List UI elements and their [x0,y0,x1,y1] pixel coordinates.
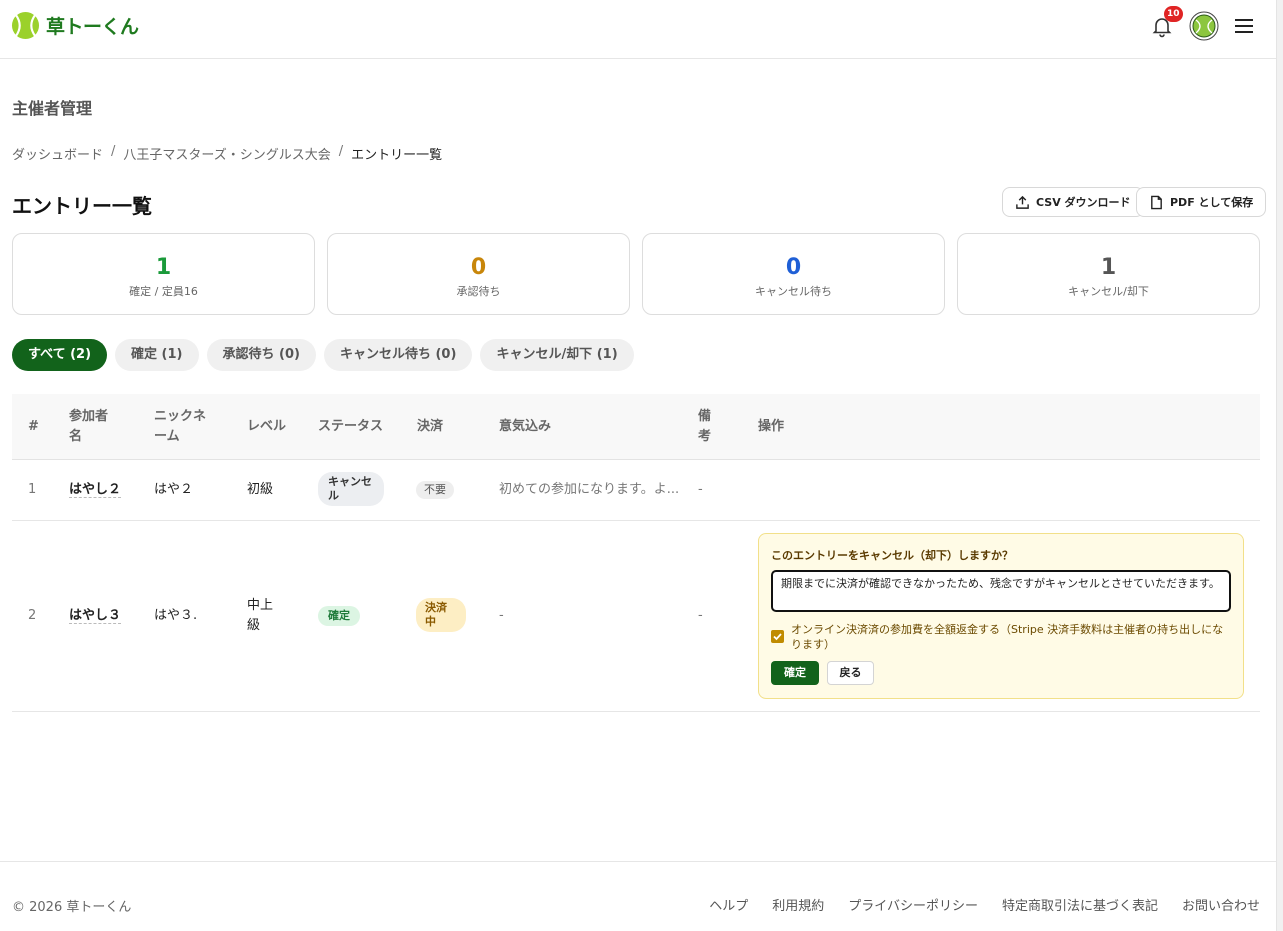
footer-link-help[interactable]: ヘルプ [709,895,748,914]
notes-text: - [698,608,703,623]
header-actions: 操作 [758,419,785,434]
stat-value: 0 [785,255,802,280]
participant-name-link[interactable]: はやし３ [69,608,122,624]
stat-value: 1 [155,255,172,280]
header-participant: 参加者名 [69,409,109,444]
notification-count-badge: 10 [1164,6,1183,22]
header-status: ステータス [318,419,384,434]
stat-card-pending: 0 承認待ち [327,233,630,315]
breadcrumb: ダッシュボード / 八王子マスターズ・シングルス大会 / エントリー一覧 [12,144,442,163]
csv-download-button[interactable]: CSV ダウンロード [1002,187,1144,217]
cancel-confirmation-panel: このエントリーをキャンセル（却下）しますか？ 期限までに決済が確認できなかったた… [758,533,1244,699]
cancel-question: このエントリーをキャンセル（却下）しますか？ [771,549,1013,562]
stat-label: キャンセル待ち [755,285,832,298]
header-number: # [28,419,39,434]
footer-link-contact[interactable]: お問い合わせ [1182,895,1260,914]
csv-download-label: CSV ダウンロード [1036,196,1131,209]
stat-label: キャンセル/却下 [1068,285,1149,298]
tab-confirmed[interactable]: 確定 (1) [115,339,199,371]
user-avatar[interactable] [1189,11,1219,41]
stat-value: 1 [1100,255,1117,280]
checkmark-icon [773,633,782,641]
page-footer: © 2026 草トーくん ヘルプ 利用規約 プライバシーポリシー 特定商取引法に… [0,861,1276,931]
confirm-cancel-button[interactable]: 確定 [771,661,819,685]
header-level: レベル [247,419,287,434]
hamburger-menu-icon[interactable] [1233,15,1255,37]
stat-card-waitlist: 0 キャンセル待ち [642,233,945,315]
save-pdf-button[interactable]: PDF として保存 [1136,187,1267,217]
header-payment: 決済 [417,419,444,434]
document-icon [1151,195,1162,209]
footer-link-privacy[interactable]: プライバシーポリシー [848,895,978,914]
motivation-text: 初めての参加になります。よ... [499,482,680,497]
level: 初級 [247,482,274,497]
app-logo[interactable]: 草トーくん [11,11,139,40]
tennis-ball-icon [11,11,40,40]
header-motivation: 意気込み [499,419,552,434]
refund-checkbox[interactable] [771,630,784,643]
tab-waitlist[interactable]: キャンセル待ち (0) [323,339,473,371]
motivation-text: - [499,608,504,623]
tab-pending[interactable]: 承認待ち (0) [206,339,316,371]
table-header: # 参加者名 ニックネーム レベル ステータス 決済 意気込み 備考 操作 [12,394,1260,460]
participant-name-link[interactable]: はやし２ [69,482,122,498]
breadcrumb-separator: / [111,144,116,159]
copyright: © 2026 草トーくん [12,900,132,915]
level: 中上級 [247,598,274,633]
stat-card-cancelled: 1 キャンセル/却下 [957,233,1260,315]
stat-label: 確定 / 定員16 [129,285,198,298]
notes-text: - [698,482,703,497]
table-row: 2 はやし３ はや３. 中上級 確定 決済中 - - このエントリーをキャンセル… [12,521,1260,712]
nickname: はや２ [154,482,194,497]
app-name: 草トーくん [46,16,139,38]
page-title: エントリー一覧 [12,194,152,218]
status-badge: キャンセル [318,472,384,506]
stat-label: 承認待ち [456,285,501,298]
breadcrumb-separator: / [338,144,344,159]
back-button[interactable]: 戻る [827,661,874,685]
section-title: 主催者管理 [12,99,93,118]
status-badge: 確定 [318,606,360,626]
nickname: はや３. [154,608,198,623]
footer-link-legal[interactable]: 特定商取引法に基づく表記 [1002,895,1158,914]
upload-icon [1016,195,1029,209]
footer-link-terms[interactable]: 利用規約 [772,895,824,914]
payment-badge: 決済中 [416,598,466,632]
tab-all[interactable]: すべて (2) [12,339,108,371]
breadcrumb-tournament[interactable]: 八王子マスターズ・シングルス大会 [123,144,330,163]
cancel-message-textarea[interactable]: 期限までに決済が確認できなかったため、残念ですがキャンセルとさせていただきます。 [771,570,1231,612]
app-header: 草トーくん 10 [0,0,1276,59]
footer-links: ヘルプ 利用規約 プライバシーポリシー 特定商取引法に基づく表記 お問い合わせ [709,895,1260,914]
breadcrumb-dashboard[interactable]: ダッシュボード [12,144,103,163]
breadcrumb-current: エントリー一覧 [351,148,443,163]
entries-table: # 参加者名 ニックネーム レベル ステータス 決済 意気込み 備考 操作 1 … [12,394,1260,712]
header-nickname: ニックネーム [154,409,207,444]
header-notes: 備考 [698,409,712,444]
save-pdf-label: PDF として保存 [1170,196,1254,209]
row-number: 2 [28,608,37,623]
table-row: 1 はやし２ はや２ 初級 キャンセル 不要 初めての参加になります。よ... … [12,460,1260,521]
status-filter-tabs: すべて (2) 確定 (1) 承認待ち (0) キャンセル待ち (0) キャンセ… [12,339,634,371]
row-number: 1 [28,482,37,497]
stat-card-confirmed: 1 確定 / 定員16 [12,233,315,315]
refund-label: オンライン決済済の参加費を全額返金する（Stripe 決済手数料は主催者の持ち出… [791,623,1224,651]
tab-cancelled[interactable]: キャンセル/却下 (1) [480,339,634,371]
stat-value: 0 [470,255,487,280]
page-scrollbar[interactable] [1276,0,1283,931]
payment-badge: 不要 [416,481,454,499]
